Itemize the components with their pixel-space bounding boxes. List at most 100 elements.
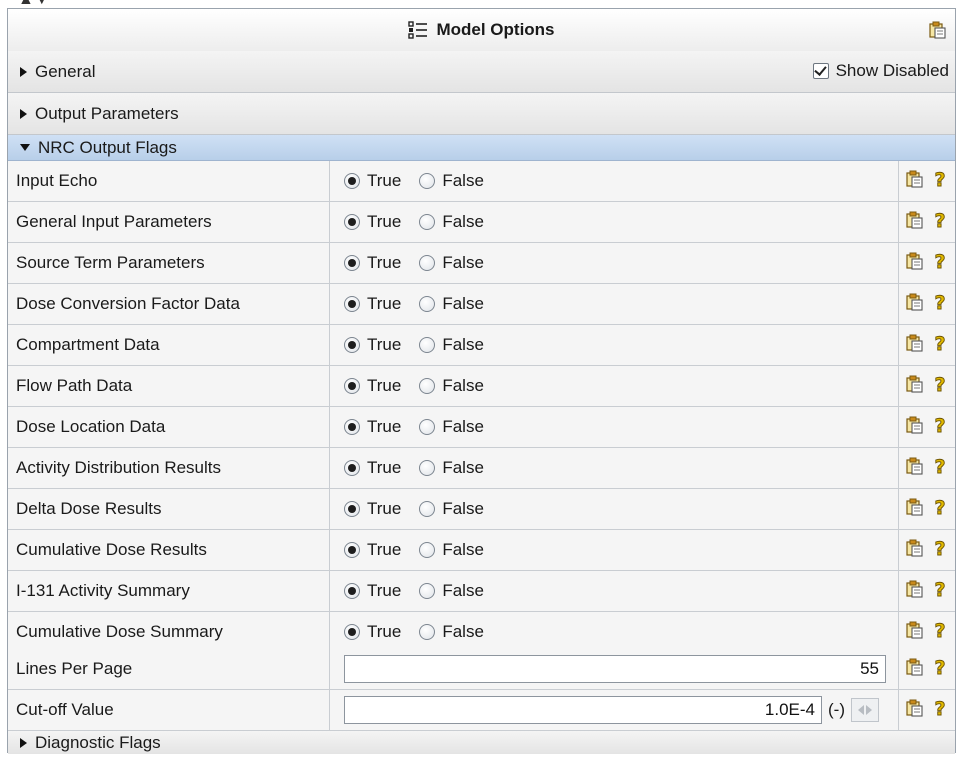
- false-label[interactable]: False: [442, 212, 484, 232]
- false-label[interactable]: False: [442, 417, 484, 437]
- true-radio[interactable]: [344, 296, 360, 312]
- help-icon[interactable]: ?: [930, 538, 950, 563]
- true-radio[interactable]: [344, 460, 360, 476]
- true-radio[interactable]: [344, 419, 360, 435]
- help-icon[interactable]: ?: [930, 620, 950, 645]
- clipboard-icon[interactable]: [904, 210, 924, 235]
- true-radio[interactable]: [344, 255, 360, 271]
- true-label[interactable]: True: [367, 417, 401, 437]
- false-label[interactable]: False: [442, 458, 484, 478]
- section-diagnostic-flags[interactable]: Diagnostic Flags: [8, 731, 955, 754]
- false-label[interactable]: False: [442, 581, 484, 601]
- true-label[interactable]: True: [367, 335, 401, 355]
- clipboard-icon[interactable]: [904, 657, 924, 682]
- clipboard-icon[interactable]: [904, 169, 924, 194]
- clipboard-icon[interactable]: [904, 538, 924, 563]
- row-name: Input Echo: [8, 161, 330, 201]
- help-icon[interactable]: ?: [930, 579, 950, 604]
- panel-title: Model Options: [436, 20, 555, 39]
- clipboard-icon[interactable]: [904, 579, 924, 604]
- clipboard-icon[interactable]: [927, 20, 947, 45]
- false-radio[interactable]: [419, 337, 436, 353]
- list-icon: [408, 21, 428, 39]
- help-icon[interactable]: ?: [930, 374, 950, 399]
- show-disabled-label: Show Disabled: [835, 61, 949, 80]
- section-output-parameters[interactable]: Output Parameters: [8, 93, 955, 135]
- row-name: Cumulative Dose Summary: [8, 612, 330, 652]
- false-radio[interactable]: [419, 460, 436, 476]
- false-radio[interactable]: [419, 419, 436, 435]
- true-false-radio-group: True False: [344, 622, 502, 642]
- false-label[interactable]: False: [442, 335, 484, 355]
- clipboard-icon[interactable]: [904, 415, 924, 440]
- section-nrc-output-flags[interactable]: NRC Output Flags: [8, 135, 955, 161]
- false-label[interactable]: False: [442, 171, 484, 191]
- help-icon[interactable]: ?: [930, 169, 950, 194]
- row-name: I-131 Activity Summary: [8, 571, 330, 611]
- help-icon[interactable]: ?: [930, 456, 950, 481]
- true-label[interactable]: True: [367, 253, 401, 273]
- row-value: True False: [330, 530, 898, 570]
- table-row: I-131 Activity Summary True False?: [8, 571, 955, 612]
- true-radio[interactable]: [344, 501, 360, 517]
- clipboard-icon[interactable]: [904, 374, 924, 399]
- false-label[interactable]: False: [442, 294, 484, 314]
- false-label[interactable]: False: [442, 376, 484, 396]
- show-disabled-toggle[interactable]: Show Disabled: [812, 61, 949, 81]
- clipboard-icon[interactable]: [904, 251, 924, 276]
- help-icon[interactable]: ?: [930, 333, 950, 358]
- true-label[interactable]: True: [367, 540, 401, 560]
- false-radio[interactable]: [419, 378, 436, 394]
- clipboard-icon[interactable]: [904, 620, 924, 645]
- true-label[interactable]: True: [367, 376, 401, 396]
- clipboard-icon[interactable]: [904, 333, 924, 358]
- false-label[interactable]: False: [442, 253, 484, 273]
- help-icon[interactable]: ?: [930, 210, 950, 235]
- cutoff-value-input[interactable]: 1.0E-4: [344, 696, 822, 724]
- false-radio[interactable]: [419, 542, 436, 558]
- help-icon[interactable]: ?: [930, 698, 950, 723]
- clipboard-icon[interactable]: [904, 497, 924, 522]
- lines-per-page-input[interactable]: 55: [344, 655, 886, 683]
- false-radio[interactable]: [419, 501, 436, 517]
- help-icon[interactable]: ?: [930, 497, 950, 522]
- row-actions: ?: [898, 530, 955, 570]
- clipboard-icon[interactable]: [904, 456, 924, 481]
- false-radio[interactable]: [419, 255, 436, 271]
- true-label[interactable]: True: [367, 458, 401, 478]
- true-radio[interactable]: [344, 624, 360, 640]
- true-label[interactable]: True: [367, 294, 401, 314]
- false-label[interactable]: False: [442, 622, 484, 642]
- row-actions: ?: [898, 612, 955, 652]
- true-label[interactable]: True: [367, 212, 401, 232]
- help-icon[interactable]: ?: [930, 657, 950, 682]
- section-general[interactable]: General Show Disabled: [8, 51, 955, 93]
- true-radio[interactable]: [344, 214, 360, 230]
- true-radio[interactable]: [344, 542, 360, 558]
- clipboard-icon[interactable]: [904, 698, 924, 723]
- true-label[interactable]: True: [367, 499, 401, 519]
- clipboard-icon[interactable]: [904, 292, 924, 317]
- false-label[interactable]: False: [442, 499, 484, 519]
- true-radio[interactable]: [344, 378, 360, 394]
- help-icon[interactable]: ?: [930, 415, 950, 440]
- row-name: Cumulative Dose Results: [8, 530, 330, 570]
- show-disabled-checkbox[interactable]: [812, 63, 829, 79]
- true-radio[interactable]: [344, 583, 360, 599]
- help-icon[interactable]: ?: [930, 251, 950, 276]
- row-value: True False: [330, 284, 898, 324]
- false-radio[interactable]: [419, 214, 436, 230]
- false-label[interactable]: False: [442, 540, 484, 560]
- help-icon[interactable]: ?: [930, 292, 950, 317]
- unit-spinner[interactable]: [850, 698, 879, 722]
- true-label[interactable]: True: [367, 171, 401, 191]
- true-label[interactable]: True: [367, 581, 401, 601]
- true-radio[interactable]: [344, 337, 360, 353]
- false-radio[interactable]: [419, 624, 436, 640]
- false-radio[interactable]: [419, 296, 436, 312]
- false-radio[interactable]: [419, 173, 436, 189]
- table-row: Input Echo True False?: [8, 161, 955, 202]
- false-radio[interactable]: [419, 583, 436, 599]
- true-label[interactable]: True: [367, 622, 401, 642]
- true-radio[interactable]: [344, 173, 360, 189]
